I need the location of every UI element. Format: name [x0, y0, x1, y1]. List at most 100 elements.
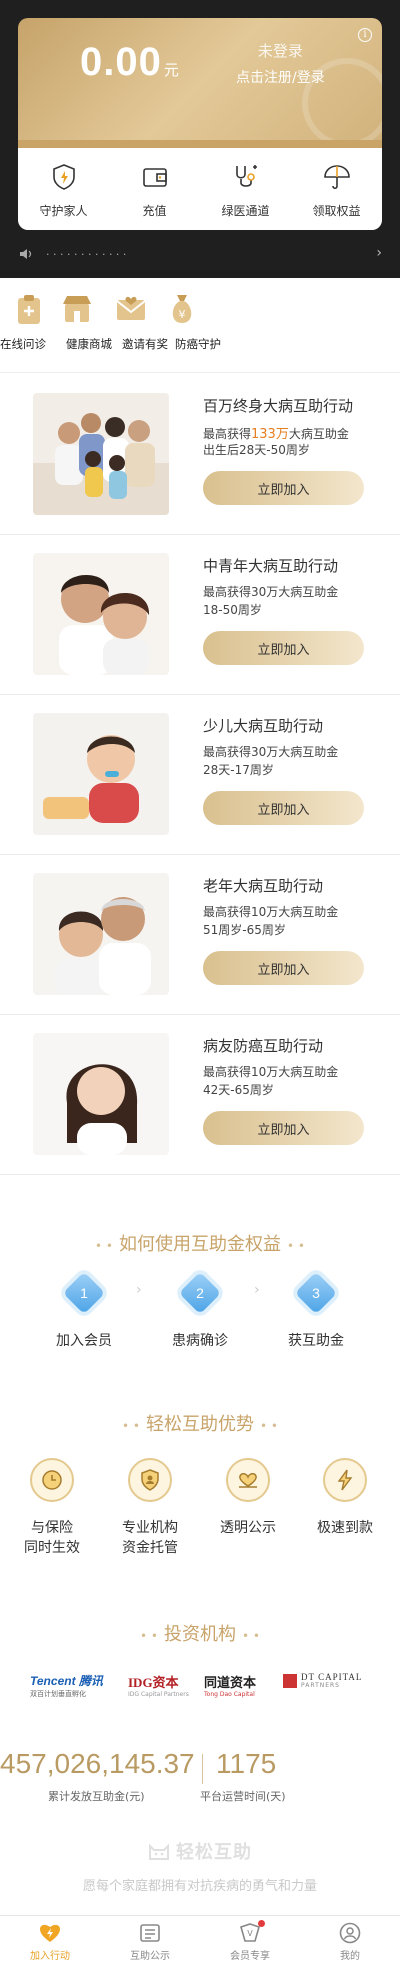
logo-sub: IDG Capital Partners [128, 1691, 189, 1698]
product-benefit: 最高获得10万大病互助金 [203, 905, 339, 919]
svg-text:¥: ¥ [179, 308, 186, 321]
product-title: 少儿大病互助行动 [203, 717, 324, 735]
logo-main: 同道资本 [204, 1676, 257, 1691]
benefit-highlight: 133万 [251, 427, 289, 442]
tencent-logo: Tencent 腾讯 双百计划垂直孵化 [30, 1672, 103, 1699]
product-card[interactable]: 中青年大病互助行动 最高获得30万大病互助金 18-50周岁 立即加入 [0, 535, 400, 695]
product-age-range: 18-50周岁 [203, 603, 262, 617]
join-now-button[interactable]: 立即加入 [203, 471, 364, 505]
how-to-heading: • • 如何使用互助金权益 • • [95, 1234, 305, 1255]
total-amount-label: 累计发放互助金(元) [48, 1790, 145, 1803]
advantage-item: 专业机构 资金托管 [100, 1458, 200, 1558]
operating-days-value: 1175 [216, 1748, 277, 1779]
balance-integer: 0 [80, 40, 104, 84]
product-card[interactable]: 少儿大病互助行动 最高获得30万大病互助金 28天-17周岁 立即加入 [0, 695, 400, 855]
advantage-item: 透明公示 [198, 1458, 298, 1538]
stats-separator [202, 1754, 203, 1784]
advantage-line2: 资金托管 [122, 1540, 178, 1556]
product-age-range: 出生后28天-50周岁 [203, 443, 310, 457]
tab-label: 会员专享 [230, 1951, 270, 1962]
action-label: 绿医通道 [221, 204, 270, 218]
chevron-right-icon: › [136, 1282, 142, 1298]
logo-main: IDG资本 [128, 1675, 179, 1690]
benefit-prefix: 最高获得 [203, 427, 252, 441]
login-link[interactable]: 点击注册/登录 [236, 67, 325, 87]
logo-main: DT CAPITAL [301, 1672, 363, 1682]
product-title: 中青年大病互助行动 [203, 557, 339, 575]
step-number-badge: 1 [62, 1271, 106, 1315]
login-area[interactable]: 未登录 点击注册/登录 [236, 40, 325, 87]
join-now-button[interactable]: 立即加入 [203, 1111, 364, 1145]
account-card[interactable]: 0.00 元 未登录 点击注册/登录 i [18, 18, 382, 148]
logo-sub: Tong Dao Capital [204, 1691, 255, 1698]
account-header: 0.00 元 未登录 点击注册/登录 i 守护家人 充值 绿医通道 领取权益 ·… [0, 0, 400, 278]
product-benefit: 最高获得30万大病互助金 [203, 585, 339, 599]
speaker-icon [20, 249, 32, 259]
chevron-right-icon[interactable]: › [376, 245, 382, 261]
advantage-icon-wrap [128, 1458, 172, 1502]
action-green-channel[interactable]: 绿医通道 [200, 148, 291, 230]
shield-lightning-icon [52, 164, 75, 190]
investors-heading: • • 投资机构 • • [140, 1624, 260, 1645]
join-now-button[interactable]: 立即加入 [203, 791, 364, 825]
product-title: 老年大病互助行动 [203, 877, 324, 895]
card-stripe [18, 140, 382, 148]
advantage-label: 极速到款 [295, 1518, 395, 1538]
operating-days-label: 平台运营时间(天) [200, 1790, 286, 1803]
advantage-line1: 极速到款 [317, 1520, 373, 1536]
step-number: 3 [312, 1285, 320, 1301]
quick-nav-cancer-guard[interactable]: ¥ 防癌守护 [165, 292, 235, 351]
product-photo [33, 393, 169, 515]
balance-unit: 元 [163, 62, 179, 79]
step-number-badge: 3 [294, 1271, 338, 1315]
action-recharge[interactable]: 充值 [109, 148, 200, 230]
product-photo [33, 713, 169, 835]
lightning-icon [337, 1469, 353, 1491]
section-divider [0, 372, 400, 373]
advantage-line1: 与保险 [31, 1520, 73, 1536]
product-card[interactable]: 病友防癌互助行动 最高获得10万大病互助金 42天-65周岁 立即加入 [0, 1015, 400, 1175]
product-card[interactable]: 老年大病互助行动 最高获得10万大病互助金 51周岁-65周岁 立即加入 [0, 855, 400, 1015]
info-icon[interactable]: i [358, 28, 372, 42]
money-bag-icon: ¥ [172, 295, 192, 323]
idg-logo: IDG资本 IDG Capital Partners [128, 1672, 189, 1698]
advantage-label: 透明公示 [198, 1518, 298, 1538]
step-diagnosis: 2 患病确诊 [150, 1271, 250, 1350]
step-join: 1 加入会员 [34, 1271, 134, 1350]
quick-nav-label: 防癌守护 [175, 337, 221, 351]
advantage-icon-wrap [226, 1458, 270, 1502]
clipboard-plus-icon [18, 295, 40, 324]
advantage-label: 专业机构 资金托管 [100, 1518, 200, 1558]
stethoscope-icon [235, 165, 257, 187]
tab-member-exclusive[interactable]: V 会员专享 [200, 1916, 300, 1965]
svg-text:V: V [247, 1929, 253, 1938]
advantages-list: 与保险 同时生效 专业机构 资金托管 透明公示 极速到款 [0, 1458, 400, 1568]
umbrella-icon [323, 165, 350, 190]
tab-mutual-notice[interactable]: 互助公示 [100, 1916, 200, 1965]
investor-logos: Tencent 腾讯 双百计划垂直孵化 IDG资本 IDG Capital Pa… [0, 1672, 400, 1708]
step-label: 获互助金 [288, 1333, 344, 1349]
logo-main: Tencent 腾讯 [30, 1674, 103, 1688]
notice-bar[interactable]: · · · · · · · · · · · · › [0, 244, 400, 268]
action-guard-family[interactable]: 守护家人 [18, 148, 109, 230]
tab-join-action[interactable]: 加入行动 [0, 1916, 100, 1965]
join-now-button[interactable]: 立即加入 [203, 951, 364, 985]
product-benefit: 最高获得133万大病互助金 [203, 423, 349, 442]
brand-footer: 轻松互助 愿每个家庭都拥有对抗疾病的勇气和力量 [0, 1838, 400, 1894]
product-title: 病友防癌互助行动 [203, 1037, 324, 1055]
join-now-button[interactable]: 立即加入 [203, 631, 364, 665]
tab-mine[interactable]: 我的 [300, 1916, 400, 1965]
product-card[interactable]: 百万终身大病互助行动 最高获得133万大病互助金 出生后28天-50周岁 立即加… [0, 375, 400, 535]
benefit-suffix: 大病互助金 [288, 427, 349, 441]
advantages-heading: • • 轻松互助优势 • • [122, 1414, 278, 1435]
wallet-icon [142, 168, 167, 187]
user-icon [339, 1922, 361, 1944]
quick-nav-label: 邀请有奖 [122, 337, 168, 351]
action-claim-benefits[interactable]: 领取权益 [291, 148, 382, 230]
product-age-range: 28天-17周岁 [203, 763, 274, 777]
notice-board-icon [140, 1924, 160, 1942]
heart-hands-icon [239, 1473, 257, 1488]
step-label: 患病确诊 [172, 1333, 228, 1349]
platform-stats: 457,026,145.37 累计发放互助金(元) 1175 平台运营时间(天) [0, 1748, 400, 1808]
brand-slogan: 愿每个家庭都拥有对抗疾病的勇气和力量 [82, 1879, 317, 1894]
